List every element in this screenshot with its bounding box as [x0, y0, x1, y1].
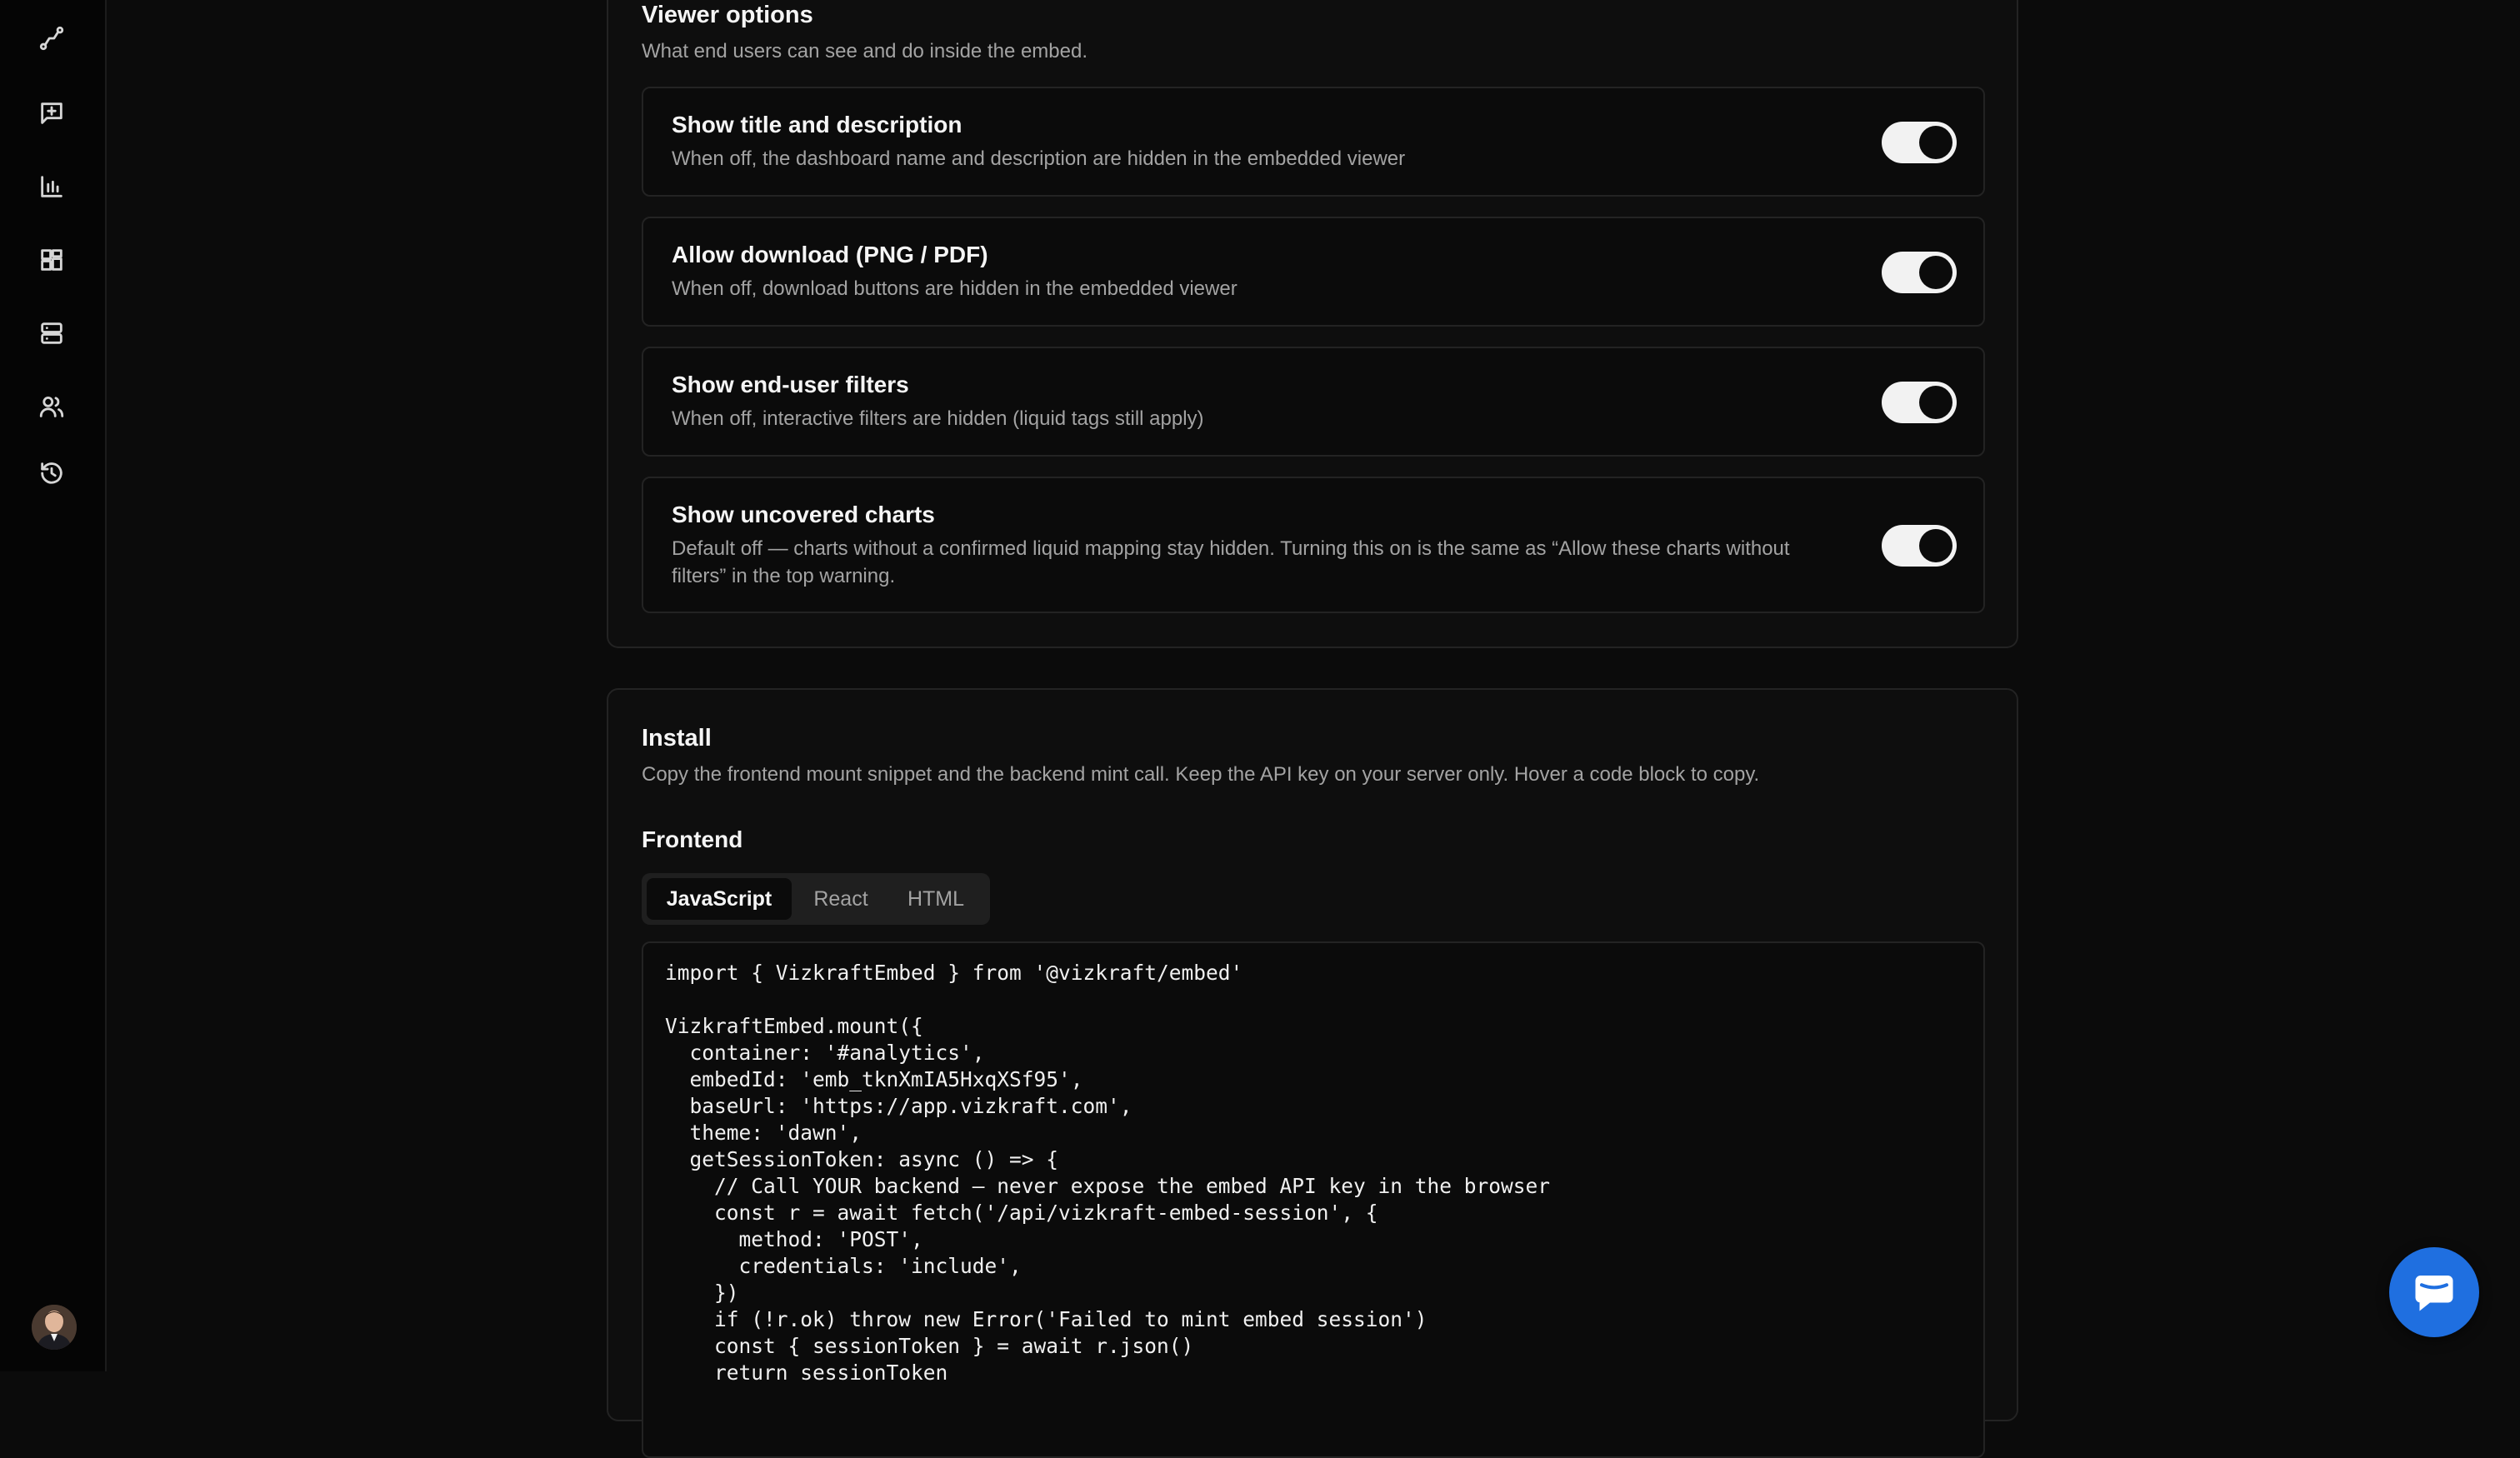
option-show-title: Show title and description When off, the…	[642, 87, 1985, 197]
toggle-knob	[1919, 256, 1952, 289]
tab-html[interactable]: HTML	[890, 878, 982, 920]
install-title: Install	[642, 725, 712, 751]
sidebar	[0, 0, 107, 1371]
option-title: Show end-user filters	[672, 372, 909, 397]
option-allow-download: Allow download (PNG / PDF) When off, dow…	[642, 217, 1985, 327]
chat-button[interactable]	[2389, 1247, 2479, 1337]
install-subtitle: Copy the frontend mount snippet and the …	[642, 763, 1760, 786]
viewer-options-title: Viewer options	[642, 2, 813, 28]
tab-javascript[interactable]: JavaScript	[647, 878, 792, 920]
viewer-options-card: Viewer options What end users can see an…	[607, 0, 2018, 648]
option-description: When off, download buttons are hidden in…	[672, 277, 1238, 300]
allow-download-toggle[interactable]	[1882, 252, 1957, 293]
tab-react[interactable]: React	[795, 878, 887, 920]
database-icon[interactable]	[33, 315, 70, 352]
frontend-label: Frontend	[642, 826, 743, 852]
avatar[interactable]	[32, 1305, 77, 1350]
option-description: Default off — charts without a confirmed…	[672, 537, 1790, 587]
toggle-knob	[1919, 529, 1952, 562]
users-icon[interactable]	[33, 388, 70, 425]
chat-bubble-icon	[2415, 1276, 2453, 1311]
history-icon[interactable]	[33, 455, 70, 492]
uncovered-charts-toggle[interactable]	[1882, 525, 1957, 567]
option-title: Show title and description	[672, 112, 962, 137]
end-user-filters-toggle[interactable]	[1882, 382, 1957, 423]
viewer-options-subtitle: What end users can see and do inside the…	[642, 40, 1088, 62]
option-description: When off, interactive filters are hidden…	[672, 407, 1204, 430]
option-title: Allow download (PNG / PDF)	[672, 242, 988, 267]
bar-chart-icon[interactable]	[33, 168, 70, 205]
install-card: Install Copy the frontend mount snippet …	[607, 688, 2018, 1458]
workflow-icon[interactable]	[33, 20, 70, 57]
code-snippet: import { VizkraftEmbed } from '@vizkraft…	[665, 961, 1551, 1385]
option-uncovered-charts: Show uncovered charts Default off — char…	[642, 477, 1985, 613]
toggle-knob	[1919, 126, 1952, 159]
option-title: Show uncovered charts	[672, 502, 935, 527]
dashboard-icon[interactable]	[33, 242, 70, 278]
show-title-toggle[interactable]	[1882, 122, 1957, 163]
message-plus-icon[interactable]	[33, 95, 70, 132]
language-tabs: JavaScript React HTML	[642, 873, 990, 925]
option-end-user-filters: Show end-user filters When off, interact…	[642, 347, 1985, 457]
code-block[interactable]: import { VizkraftEmbed } from '@vizkraft…	[642, 941, 1985, 1458]
option-description: When off, the dashboard name and descrip…	[672, 147, 1406, 170]
toggle-knob	[1919, 386, 1952, 419]
